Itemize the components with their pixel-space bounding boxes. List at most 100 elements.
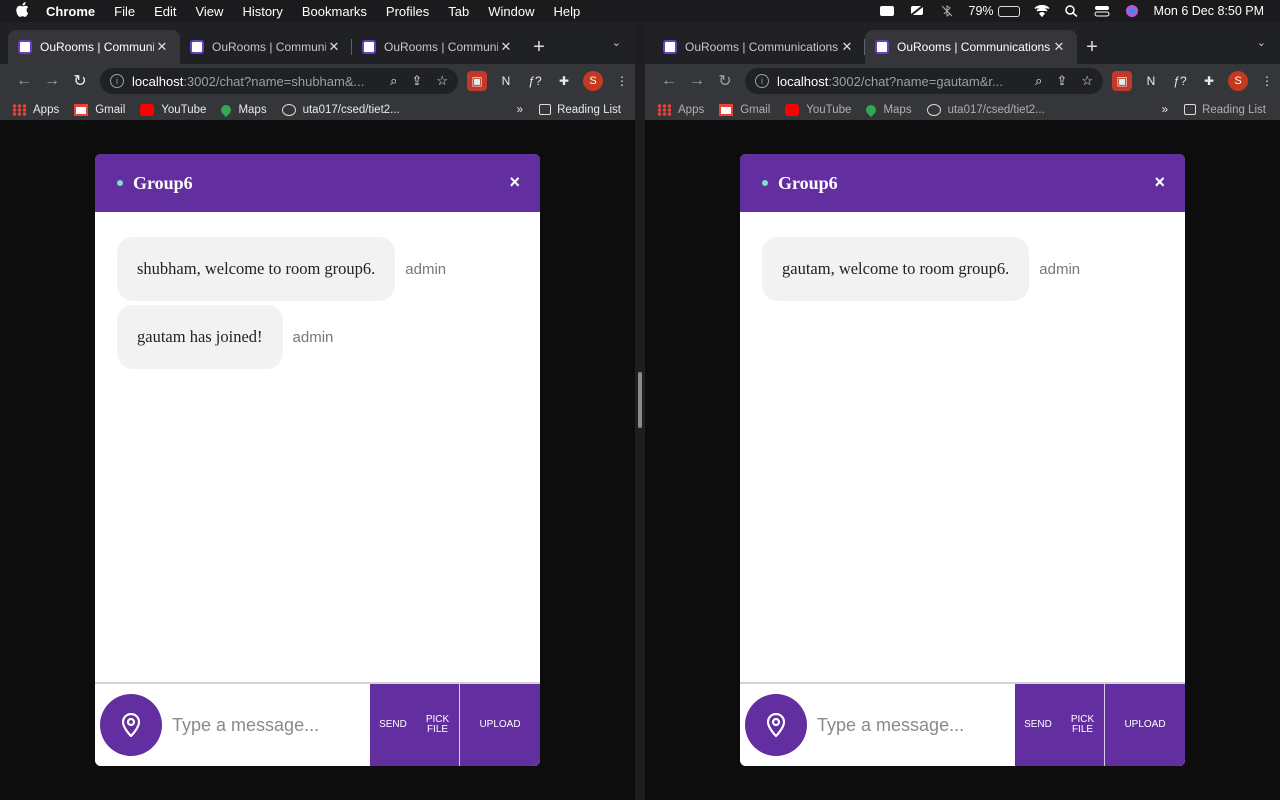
pick-file-button[interactable]: PICK FILE	[1061, 684, 1105, 766]
menu-history[interactable]: History	[242, 4, 282, 19]
bookmark-apps[interactable]: Apps	[12, 103, 59, 116]
url-text[interactable]: localhost:3002/chat?name=shubham&...	[132, 74, 390, 89]
tab-close-icon[interactable]: ✕	[498, 39, 514, 55]
upload-button[interactable]: UPLOAD	[460, 684, 540, 766]
menu-app-chrome[interactable]: Chrome	[46, 4, 95, 19]
tab-search-chevron-icon[interactable]: ⌄	[1257, 36, 1266, 49]
apple-menu-icon[interactable]	[16, 2, 32, 20]
tab-ourooms-1[interactable]: OuRooms | Communications ✕	[653, 30, 865, 64]
bookmark-repo[interactable]: uta017/csed/tiet2...	[281, 103, 400, 116]
tab-ourooms-3[interactable]: OuRooms | Communications ✕	[352, 30, 524, 64]
bookmark-youtube[interactable]: YouTube	[785, 103, 851, 116]
tab-close-icon[interactable]: ✕	[1051, 39, 1067, 55]
address-bar[interactable]: i localhost:3002/chat?name=gautam&r... ⌕…	[745, 68, 1103, 94]
tab-close-icon[interactable]: ✕	[839, 39, 855, 55]
chat-header: Group6 ×	[95, 154, 540, 212]
share-icon[interactable]: ⇪	[1056, 73, 1067, 89]
profile-avatar[interactable]: S	[583, 71, 603, 91]
back-arrow-icon[interactable]: ←	[10, 72, 38, 90]
menu-view[interactable]: View	[195, 4, 223, 19]
close-chat-button[interactable]: ×	[1154, 172, 1165, 193]
extension-nj-icon[interactable]: N	[496, 71, 516, 91]
pick-file-button[interactable]: PICK FILE	[416, 684, 460, 766]
message-sender: admin	[1039, 260, 1081, 278]
bookmark-gmail[interactable]: Gmail	[74, 103, 125, 116]
bookmarks-overflow-button[interactable]: »	[1162, 104, 1168, 116]
profile-avatar[interactable]: S	[1228, 71, 1248, 91]
tab-search-chevron-icon[interactable]: ⌄	[612, 36, 621, 49]
site-info-icon[interactable]: i	[755, 74, 769, 88]
menu-help[interactable]: Help	[554, 4, 581, 19]
menu-profiles[interactable]: Profiles	[386, 4, 429, 19]
bookmark-gmail[interactable]: Gmail	[719, 103, 770, 116]
menu-bookmarks[interactable]: Bookmarks	[302, 4, 367, 19]
menu-file[interactable]: File	[114, 4, 135, 19]
bookmark-maps[interactable]: Maps	[219, 102, 267, 117]
reading-list-button[interactable]: Reading List	[1184, 104, 1266, 116]
tab-ourooms-1[interactable]: OuRooms | Communications ✕	[8, 30, 180, 64]
extensions-puzzle-icon[interactable]: ✚	[1199, 71, 1219, 91]
bookmark-repo[interactable]: uta017/csed/tiet2...	[926, 103, 1045, 116]
siri-icon[interactable]	[1124, 5, 1140, 17]
menu-tab[interactable]: Tab	[448, 4, 469, 19]
menu-window[interactable]: Window	[488, 4, 534, 19]
extension-nj-icon[interactable]: N	[1141, 71, 1161, 91]
youtube-icon	[140, 103, 155, 116]
tab-close-icon[interactable]: ✕	[154, 39, 170, 55]
share-icon[interactable]: ⇪	[411, 73, 422, 89]
share-location-button[interactable]	[100, 694, 162, 756]
bookmark-youtube[interactable]: YouTube	[140, 103, 207, 116]
address-bar[interactable]: i localhost:3002/chat?name=shubham&... ⌕…	[100, 68, 458, 94]
extension-red-icon[interactable]: ▣	[1112, 71, 1132, 91]
send-button[interactable]: SEND	[1015, 684, 1061, 766]
forward-arrow-icon[interactable]: →	[683, 72, 711, 90]
tab-strip: OuRooms | Communications ✕ OuRooms | Com…	[0, 22, 635, 64]
bookmark-label: YouTube	[161, 103, 207, 116]
extension-red-icon[interactable]: ▣	[467, 71, 487, 91]
upload-button[interactable]: UPLOAD	[1105, 684, 1185, 766]
screen-icon[interactable]	[879, 5, 895, 17]
bookmark-apps[interactable]: Apps	[657, 103, 704, 116]
zoom-icon[interactable]: ⌕	[390, 73, 397, 89]
message-input[interactable]	[817, 714, 1015, 736]
send-button[interactable]: SEND	[370, 684, 416, 766]
extension-formula-icon[interactable]: ƒ?	[525, 71, 545, 91]
bookmarks-overflow-button[interactable]: »	[517, 104, 523, 116]
tab-ourooms-2[interactable]: OuRooms | Communications ✕	[865, 30, 1077, 64]
url-text[interactable]: localhost:3002/chat?name=gautam&r...	[777, 74, 1035, 89]
new-tab-plus-icon[interactable]: +	[524, 30, 554, 64]
message-list[interactable]: shubham, welcome to room group6. admin g…	[95, 212, 540, 682]
message-list[interactable]: gautam, welcome to room group6. admin	[740, 212, 1185, 682]
tab-close-icon[interactable]: ✕	[326, 39, 342, 55]
message-input[interactable]	[172, 714, 370, 736]
control-center-icon[interactable]	[1094, 5, 1110, 17]
zoom-icon[interactable]: ⌕	[1035, 73, 1042, 89]
tab-ourooms-2[interactable]: OuRooms | Communications ✕	[180, 30, 352, 64]
forward-arrow-icon[interactable]: →	[38, 72, 66, 90]
clock-datetime[interactable]: Mon 6 Dec 8:50 PM	[1154, 4, 1264, 18]
chrome-menu-kebab-icon[interactable]: ⋮	[1257, 71, 1277, 91]
bookmark-maps[interactable]: Maps	[864, 102, 912, 117]
bookmark-star-icon[interactable]: ☆	[1081, 73, 1093, 89]
site-info-icon[interactable]: i	[110, 74, 124, 88]
back-arrow-icon[interactable]: ←	[655, 72, 683, 90]
close-chat-button[interactable]: ×	[509, 172, 520, 193]
spotlight-search-icon[interactable]	[1064, 5, 1080, 18]
wifi-icon[interactable]	[1034, 4, 1050, 18]
bookmark-star-icon[interactable]: ☆	[436, 73, 448, 89]
chrome-menu-kebab-icon[interactable]: ⋮	[612, 71, 632, 91]
battery-indicator[interactable]: 79%	[969, 4, 1020, 18]
extension-formula-icon[interactable]: ƒ?	[1170, 71, 1190, 91]
url-path: :3002/chat?name=shubham&...	[183, 73, 365, 89]
menu-edit[interactable]: Edit	[154, 4, 176, 19]
reload-icon[interactable]: ↻	[66, 71, 94, 91]
share-location-button[interactable]	[745, 694, 807, 756]
new-tab-plus-icon[interactable]: +	[1077, 30, 1107, 64]
extensions-puzzle-icon[interactable]: ✚	[554, 71, 574, 91]
split-view-divider[interactable]	[635, 22, 645, 800]
reload-icon[interactable]: ↻	[711, 71, 739, 91]
divider-grip-handle[interactable]	[638, 372, 642, 428]
notification-off-icon[interactable]	[908, 4, 925, 17]
reading-list-button[interactable]: Reading List	[539, 104, 621, 116]
bluetooth-off-icon[interactable]	[939, 5, 955, 17]
